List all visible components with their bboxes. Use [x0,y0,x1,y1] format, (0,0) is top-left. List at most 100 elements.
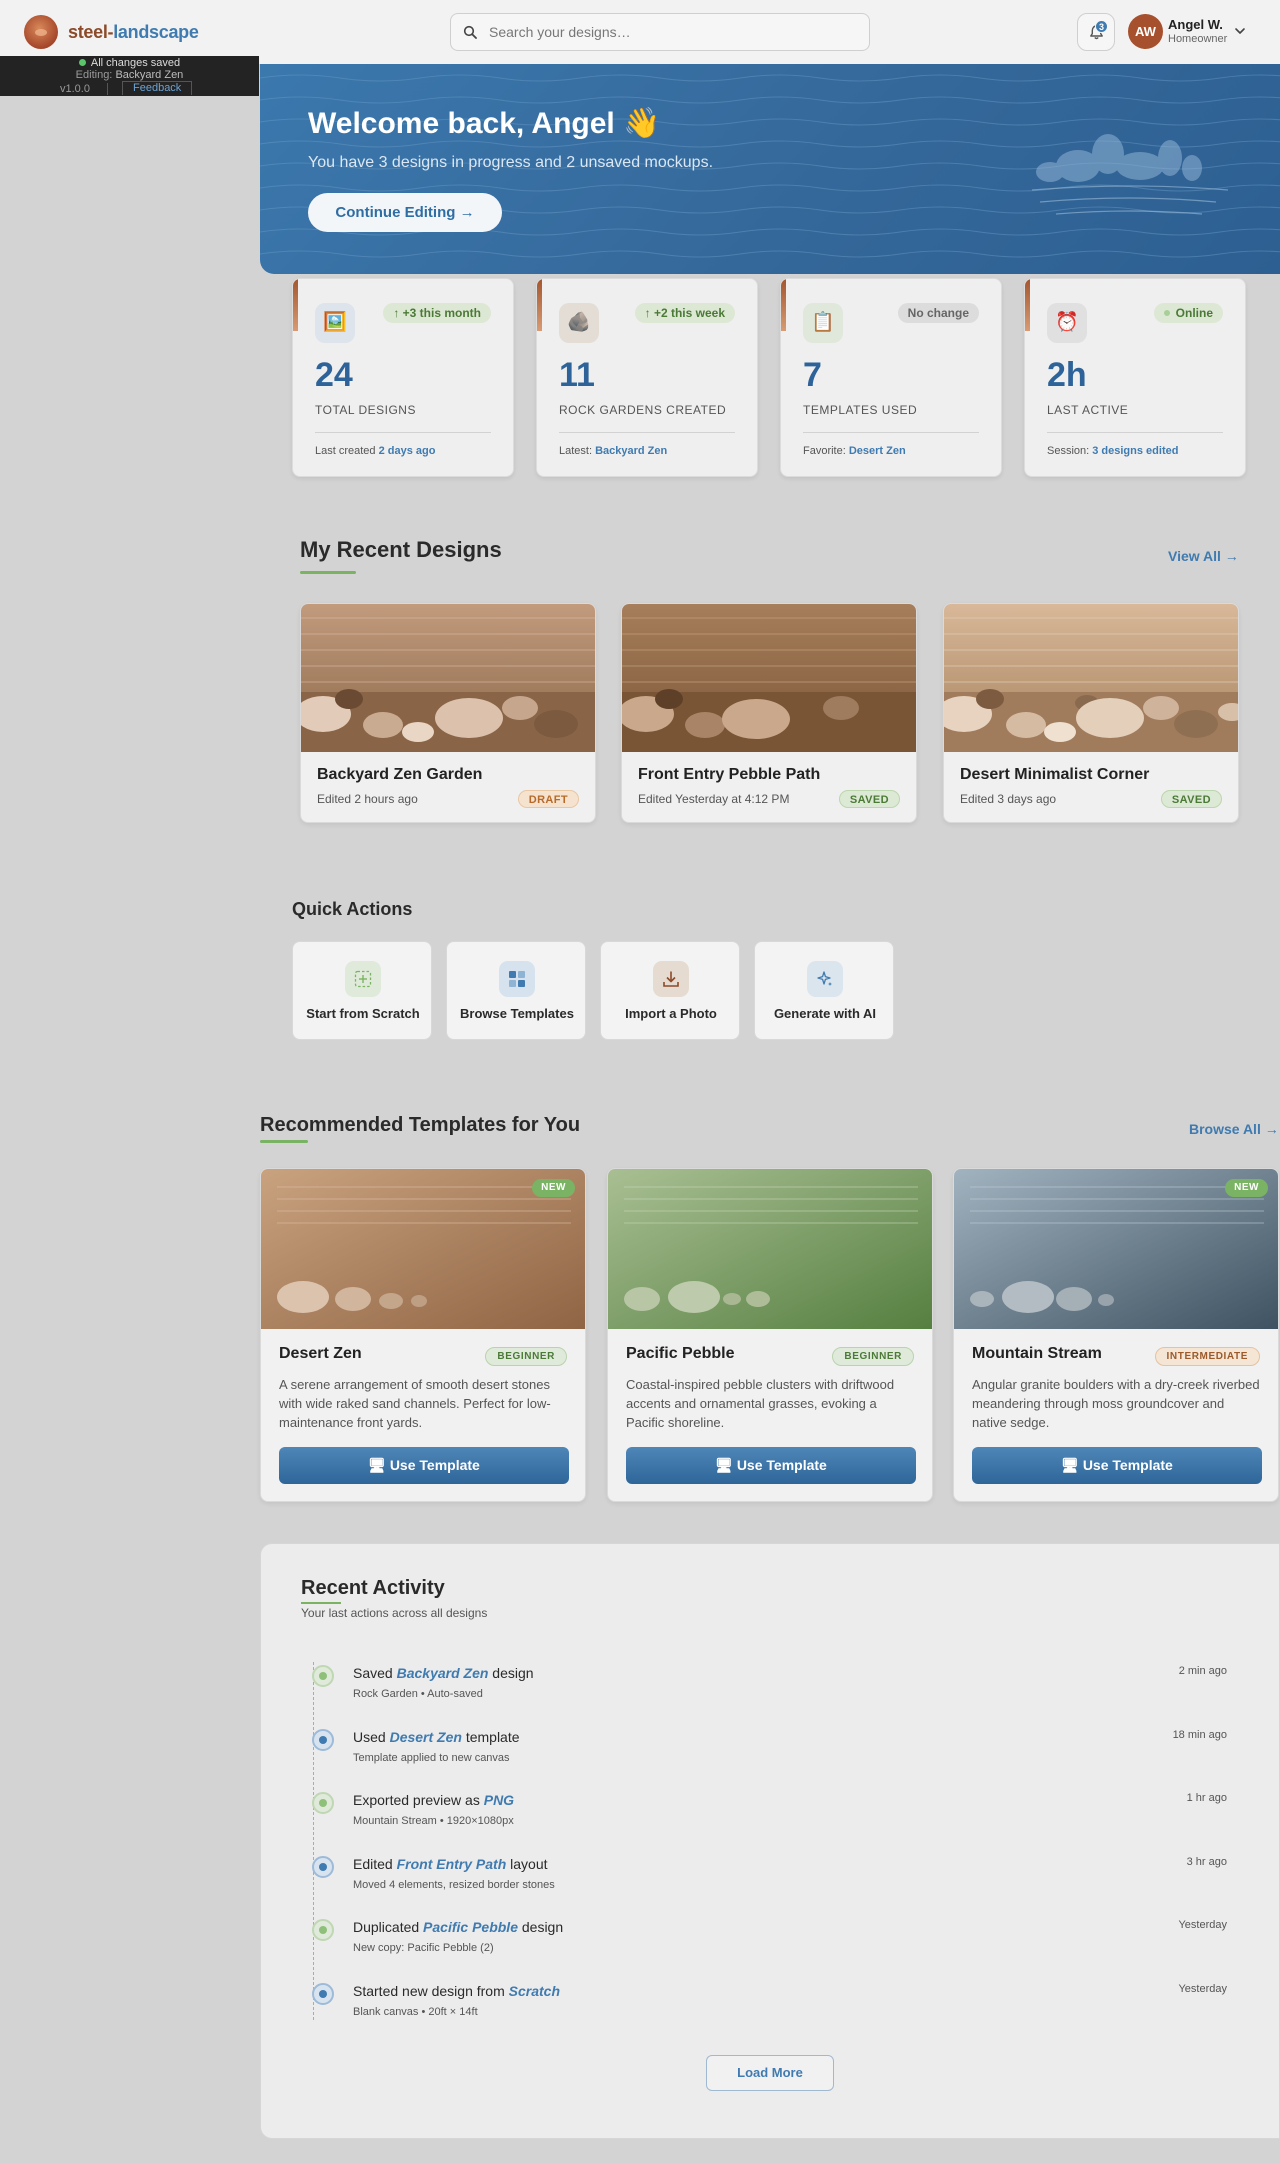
template-preview-image [608,1169,932,1329]
welcome-heading: Welcome back, Angel 👋 [308,107,661,140]
timeline-dot-icon [312,1729,334,1751]
heading-underline [300,571,356,574]
activity-detail: Rock Garden • Auto-saved [353,1688,483,1700]
use-template-button[interactable]: 🖥 Use Template [279,1447,569,1484]
generate-with-ai-button[interactable]: Generate with AI [754,941,894,1040]
welcome-subtitle: You have 3 designs in progress and 2 uns… [308,154,714,171]
activity-item[interactable]: Started new design from Scratch Blank ca… [261,1983,1280,2033]
template-card-desert-zen[interactable]: NEW Desert Zen BEGINNER A serene arrange… [260,1168,586,1502]
import-photo-button[interactable]: Import a Photo [600,941,740,1040]
heading-underline [301,1602,341,1604]
use-template-button[interactable]: 🖥 Use Template [972,1447,1262,1484]
activity-item[interactable]: Edited Front Entry Path layout Moved 4 e… [261,1856,1280,1906]
design-thumbnail [301,604,595,752]
stat-label: LAST ACTIVE [1047,403,1129,417]
clipboard-icon: 📋 [803,303,843,343]
template-description: Angular granite boulders with a dry-cree… [972,1377,1260,1430]
load-more-button[interactable]: Load More [706,2055,834,2091]
app-version: v1.0.0 [60,83,90,95]
quick-action-label: Import a Photo [625,1006,717,1021]
stat-footnote: Last created 2 days ago [315,445,436,457]
image-icon: 🖼️ [315,303,355,343]
stat-footnote: Favorite: Desert Zen [803,445,906,457]
activity-item[interactable]: Exported preview as PNG Mountain Stream … [261,1792,1280,1842]
activity-timestamp: 3 hr ago [1186,1856,1227,1868]
recent-designs-heading: My Recent Designs [300,537,502,562]
stat-value: 24 [315,356,353,394]
activity-timestamp: Yesterday [1178,1919,1227,1931]
add-canvas-icon [345,961,381,997]
feedback-button[interactable]: Feedback [122,81,193,95]
stat-footnote: Latest: Backyard Zen [559,445,668,457]
design-title: Front Entry Pebble Path [638,766,821,783]
design-card[interactable]: Front Entry Pebble Path Edited Yesterday… [621,603,917,823]
search-bar [450,13,870,51]
use-template-button[interactable]: 🖥 Use Template [626,1447,916,1484]
view-all-link[interactable]: View All → [1168,548,1239,564]
stat-trend-badge: No change [897,303,979,323]
stat-card-last-active[interactable]: ⏰ Online 2h LAST ACTIVE Session: 3 desig… [1024,278,1246,477]
activity-item[interactable]: Duplicated Pacific Pebble design New cop… [261,1919,1280,1969]
status-badge: SAVED [838,790,900,808]
stat-footnote: Session: 3 designs edited [1047,445,1179,457]
brand-logo[interactable]: steel-landscape [24,15,199,49]
brand-name: steel-landscape [68,21,199,42]
timeline-dot-icon [312,1919,334,1941]
activity-detail: Moved 4 elements, resized border stones [353,1879,555,1891]
difficulty-badge: INTERMEDIATE [1154,1347,1260,1366]
activity-timestamp: 1 hr ago [1186,1792,1227,1804]
notification-count-badge: 3 [1095,20,1108,33]
welcome-banner: Welcome back, Angel 👋 You have 3 designs… [260,64,1280,274]
rock-icon: 🪨 [559,303,599,343]
recent-activity-subtitle: Your last actions across all designs [301,1606,488,1620]
stat-label: TEMPLATES USED [803,403,918,417]
card-accent [537,279,542,331]
download-icon [653,961,689,997]
design-thumbnail [622,604,916,752]
logo-stone-icon [24,15,58,49]
start-from-scratch-button[interactable]: Start from Scratch [292,941,432,1040]
continue-editing-button[interactable]: Continue Editing → [308,193,502,232]
status-badge: SAVED [1160,790,1222,808]
design-title: Desert Minimalist Corner [960,766,1150,783]
online-dot-icon [1163,310,1170,316]
stat-label: ROCK GARDENS CREATED [559,403,727,417]
browse-templates-button[interactable]: Browse Templates [446,941,586,1040]
activity-text: Used Desert Zen template [353,1729,520,1745]
template-card-mountain-stream[interactable]: NEW Mountain Stream INTERMEDIATE Angular… [953,1168,1279,1502]
user-avatar[interactable]: AW [1128,14,1163,49]
activity-detail: Mountain Stream • 1920×1080px [353,1815,514,1827]
template-title: Desert Zen [279,1345,362,1362]
activity-timestamp: Yesterday [1178,1983,1227,1995]
activity-detail: Blank canvas • 20ft × 14ft [353,2006,478,2018]
design-card[interactable]: Desert Minimalist Corner Edited 3 days a… [943,603,1239,823]
status-badge: DRAFT [517,790,579,808]
online-status-badge: Online [1153,303,1223,323]
template-title: Pacific Pebble [626,1345,735,1362]
stat-card-templates-used[interactable]: 📋 No change 7 TEMPLATES USED Favorite: D… [780,278,1002,477]
user-name[interactable]: Angel W. [1168,17,1223,32]
stat-card-rock-gardens[interactable]: 🪨 ↑ +2 this week 11 ROCK GARDENS CREATED… [536,278,758,477]
activity-text: Exported preview as PNG [353,1792,515,1808]
chevron-down-icon[interactable] [1234,26,1246,36]
stat-card-total-designs[interactable]: 🖼️ ↑ +3 this month 24 TOTAL DESIGNS Last… [292,278,514,477]
search-input[interactable] [489,22,859,42]
activity-item[interactable]: Saved Backyard Zen design Rock Garden • … [261,1665,1280,1715]
notifications-button[interactable]: 3 [1077,13,1115,51]
top-navigation-bar: steel-landscape 3 AW Angel W. Homeowner [0,0,1280,64]
activity-item[interactable]: Used Desert Zen template Template applie… [261,1729,1280,1779]
recent-activity-heading: Recent Activity [301,1577,445,1599]
search-icon [463,25,477,39]
design-edited-time: Edited Yesterday at 4:12 PM [638,792,790,806]
browse-all-link[interactable]: Browse All → [1189,1121,1279,1137]
design-edited-time: Edited 2 hours ago [317,792,418,806]
activity-detail: New copy: Pacific Pebble (2) [353,1942,494,1954]
quick-actions-heading: Quick Actions [292,899,413,919]
design-card[interactable]: Backyard Zen Garden Edited 2 hours ago D… [300,603,596,823]
template-card-pacific-pebble[interactable]: Pacific Pebble BEGINNER Coastal-inspired… [607,1168,933,1502]
heading-underline [260,1140,308,1143]
status-dot-icon [78,59,86,66]
quick-action-label: Start from Scratch [306,1006,420,1021]
timeline-dot-icon [312,1792,334,1814]
activity-timestamp: 18 min ago [1172,1729,1227,1741]
